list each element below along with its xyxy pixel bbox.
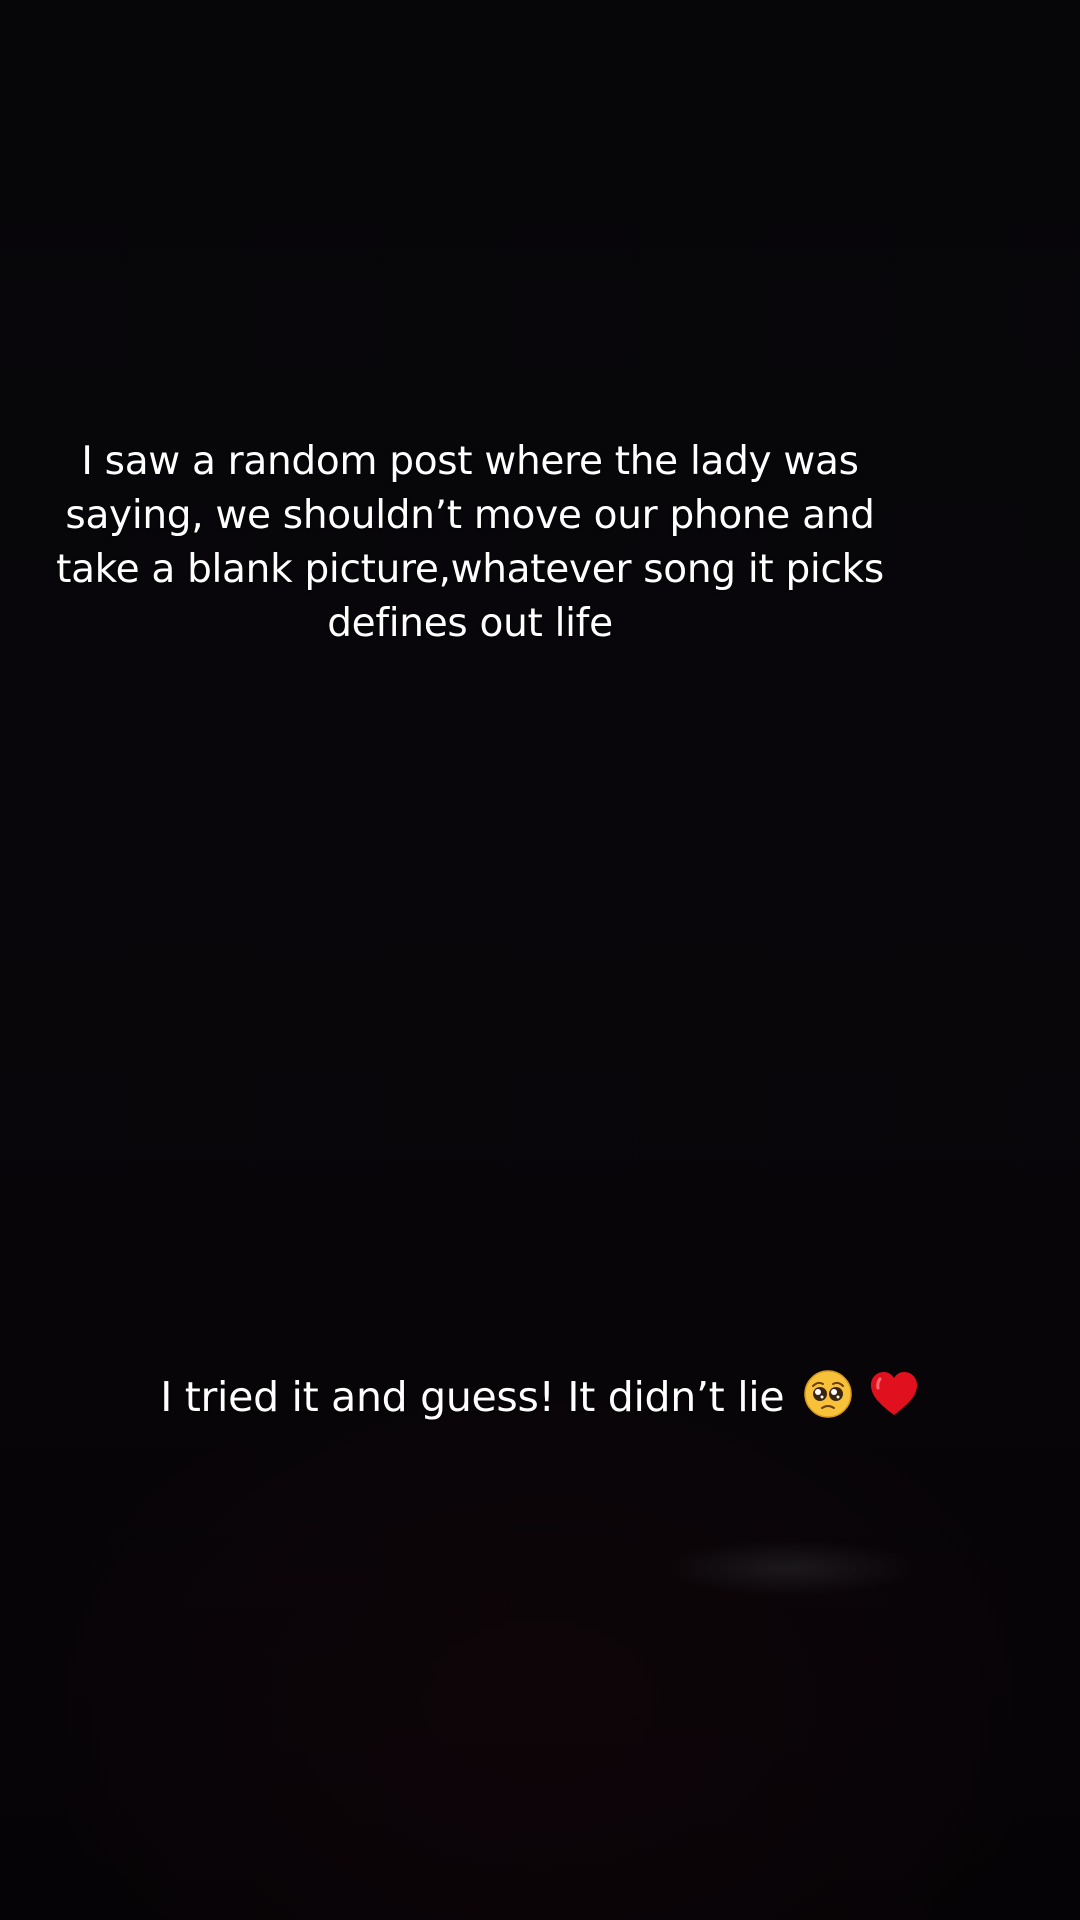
- caption-bottom-text: I tried it and guess! It didn’t lie: [160, 1373, 785, 1421]
- caption-top: I saw a random post where the lady was s…: [56, 439, 884, 646]
- caption-bottom: I tried it and guess! It didn’t lie: [100, 1368, 980, 1426]
- pleading-face-icon: [803, 1369, 853, 1419]
- red-heart-icon: [868, 1369, 920, 1419]
- story-screen: I saw a random post where the lady was s…: [0, 0, 1080, 1920]
